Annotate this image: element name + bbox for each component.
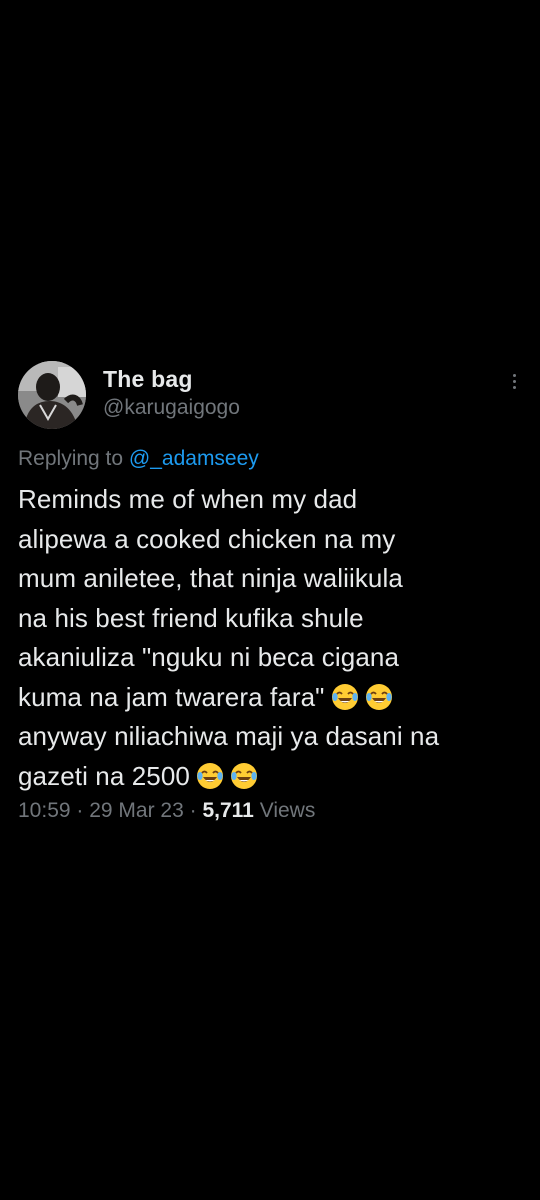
tweet-time[interactable]: 10:59	[18, 799, 71, 822]
tweet-detail: The bag @karugaigogo Replying to @_adams…	[0, 0, 540, 1200]
tweet-text-line: Reminds me of when my dad	[18, 484, 358, 514]
tweet-text-line: mum aniletee, that ninja waliikula	[18, 563, 403, 593]
avatar[interactable]	[18, 361, 86, 429]
author-info: The bag @karugaigogo	[103, 365, 240, 422]
tweet-date[interactable]: 29 Mar 23	[89, 799, 184, 822]
meta-separator: ·	[70, 799, 90, 822]
more-dot	[512, 379, 516, 383]
face-with-tears-of-joy-icon	[230, 762, 258, 790]
tweet-text: Reminds me of when my dad alipewa a cook…	[18, 480, 528, 796]
more-dot	[512, 385, 516, 389]
author-display-name[interactable]: The bag	[103, 365, 240, 393]
tweet-text-line: alipewa a cooked chicken na my	[18, 523, 396, 554]
views-count[interactable]: 5,711	[202, 799, 253, 822]
replying-to: Replying to @_adamseey	[18, 444, 259, 474]
more-dot	[512, 373, 516, 377]
tweet-text-line: na his best friend kufika shule	[18, 602, 364, 633]
tweet-text-line-with-emoji: gazeti na 2500	[18, 757, 528, 797]
more-options-icon[interactable]	[504, 367, 524, 395]
face-with-tears-of-joy-icon	[365, 683, 393, 711]
tweet-text-segment: kuma na jam twarera fara"	[18, 681, 325, 712]
tweet-text-line: akaniuliza "nguku ni beca cigana	[18, 642, 400, 672]
tweet-text-line-with-emoji: kuma na jam twarera fara"	[18, 678, 528, 718]
replying-prefix: Replying to	[18, 447, 124, 470]
replying-to-handle-link[interactable]: @_adamseey	[129, 447, 259, 470]
author-handle[interactable]: @karugaigogo	[103, 394, 240, 422]
meta-separator: ·	[183, 799, 203, 822]
tweet-text-segment: gazeti na 2500	[18, 760, 190, 791]
face-with-tears-of-joy-icon	[196, 762, 224, 790]
avatar-photo-icon	[18, 361, 86, 429]
tweet-meta: 10:59 · 29 Mar 23 · 5,711 Views	[18, 796, 315, 826]
face-with-tears-of-joy-icon	[331, 683, 359, 711]
tweet-text-line: anyway niliachiwa maji ya dasani na	[18, 721, 440, 751]
views-label: Views	[253, 799, 316, 822]
tweet-header: The bag @karugaigogo	[18, 361, 526, 431]
